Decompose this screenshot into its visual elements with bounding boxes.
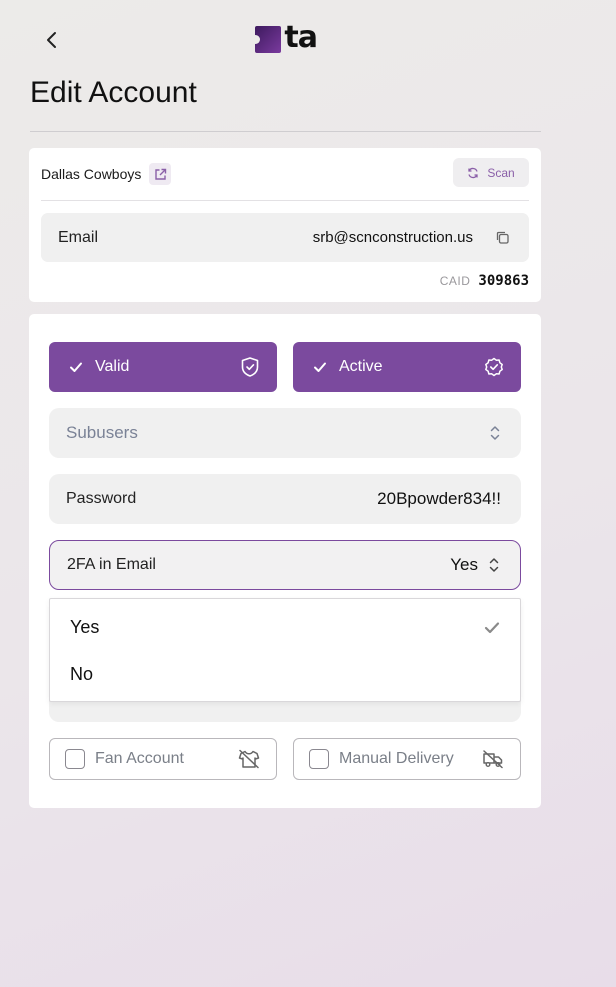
title-divider bbox=[30, 131, 541, 132]
email-label: Email bbox=[58, 228, 99, 246]
caid-row: CAID 309863 bbox=[440, 273, 529, 289]
logo-mark-icon bbox=[250, 25, 282, 53]
twofa-value: Yes bbox=[450, 555, 478, 574]
app-logo: ta bbox=[250, 20, 318, 55]
option-label: Yes bbox=[70, 616, 100, 637]
caid-value: 309863 bbox=[478, 273, 529, 289]
email-value: srb@scnconstruction.us bbox=[312, 229, 473, 246]
chevron-left-icon bbox=[47, 32, 56, 48]
password-field[interactable]: Password 20Bpowder834!! bbox=[49, 474, 521, 524]
subusers-placeholder: Subusers bbox=[66, 423, 138, 442]
caid-label: CAID bbox=[439, 274, 471, 288]
account-summary-card: Dallas Cowboys Scan Email srb@scnconstru… bbox=[29, 148, 541, 302]
active-label: Active bbox=[339, 358, 383, 375]
refresh-icon bbox=[468, 167, 478, 178]
valid-toggle[interactable]: Valid bbox=[49, 342, 277, 392]
scan-label: Scan bbox=[487, 165, 515, 180]
dropdown-option-yes[interactable]: Yes bbox=[50, 604, 520, 650]
subusers-select[interactable]: Subusers bbox=[49, 408, 521, 458]
twofa-label: 2FA in Email bbox=[67, 556, 156, 573]
manual-delivery-checkbox[interactable]: Manual Delivery bbox=[293, 738, 521, 780]
back-button[interactable] bbox=[38, 26, 66, 54]
twofa-select[interactable]: 2FA in Email Yes bbox=[49, 540, 521, 590]
valid-label: Valid bbox=[95, 358, 130, 375]
card-divider bbox=[41, 200, 529, 201]
active-toggle[interactable]: Active bbox=[293, 342, 521, 392]
truck-off-icon bbox=[482, 749, 504, 769]
chevron-up-down-icon bbox=[488, 556, 500, 574]
page-title: Edit Account bbox=[30, 76, 197, 109]
fan-account-label: Fan Account bbox=[95, 750, 184, 767]
checkbox-square[interactable] bbox=[65, 749, 85, 769]
copy-icon bbox=[496, 231, 509, 244]
password-value: 20Bpowder834!! bbox=[377, 489, 501, 508]
manual-delivery-label: Manual Delivery bbox=[339, 750, 454, 767]
email-row: Email srb@scnconstruction.us bbox=[41, 213, 529, 262]
copy-email-button[interactable] bbox=[493, 229, 511, 247]
check-icon bbox=[70, 362, 82, 372]
team-row: Dallas Cowboys bbox=[41, 163, 172, 185]
team-name: Dallas Cowboys bbox=[41, 166, 142, 182]
scan-button[interactable]: Scan bbox=[453, 158, 529, 187]
logo-text: ta bbox=[284, 19, 318, 55]
password-label: Password bbox=[66, 490, 137, 507]
external-link-button[interactable] bbox=[149, 163, 172, 185]
badge-check-icon bbox=[485, 357, 503, 377]
dropdown-option-no[interactable]: No bbox=[50, 651, 520, 697]
external-link-icon bbox=[155, 168, 167, 180]
shirt-off-icon bbox=[238, 749, 260, 769]
option-label: No bbox=[70, 663, 94, 684]
checkbox-square[interactable] bbox=[309, 749, 329, 769]
shield-check-icon bbox=[241, 357, 259, 377]
check-icon bbox=[484, 621, 500, 634]
fan-account-checkbox[interactable]: Fan Account bbox=[49, 738, 277, 780]
check-icon bbox=[314, 362, 326, 372]
twofa-dropdown: Yes No bbox=[49, 598, 521, 702]
account-settings-card: Valid Active Subusers Password 20Bpowder… bbox=[29, 314, 541, 808]
chevron-up-down-icon bbox=[489, 424, 501, 442]
